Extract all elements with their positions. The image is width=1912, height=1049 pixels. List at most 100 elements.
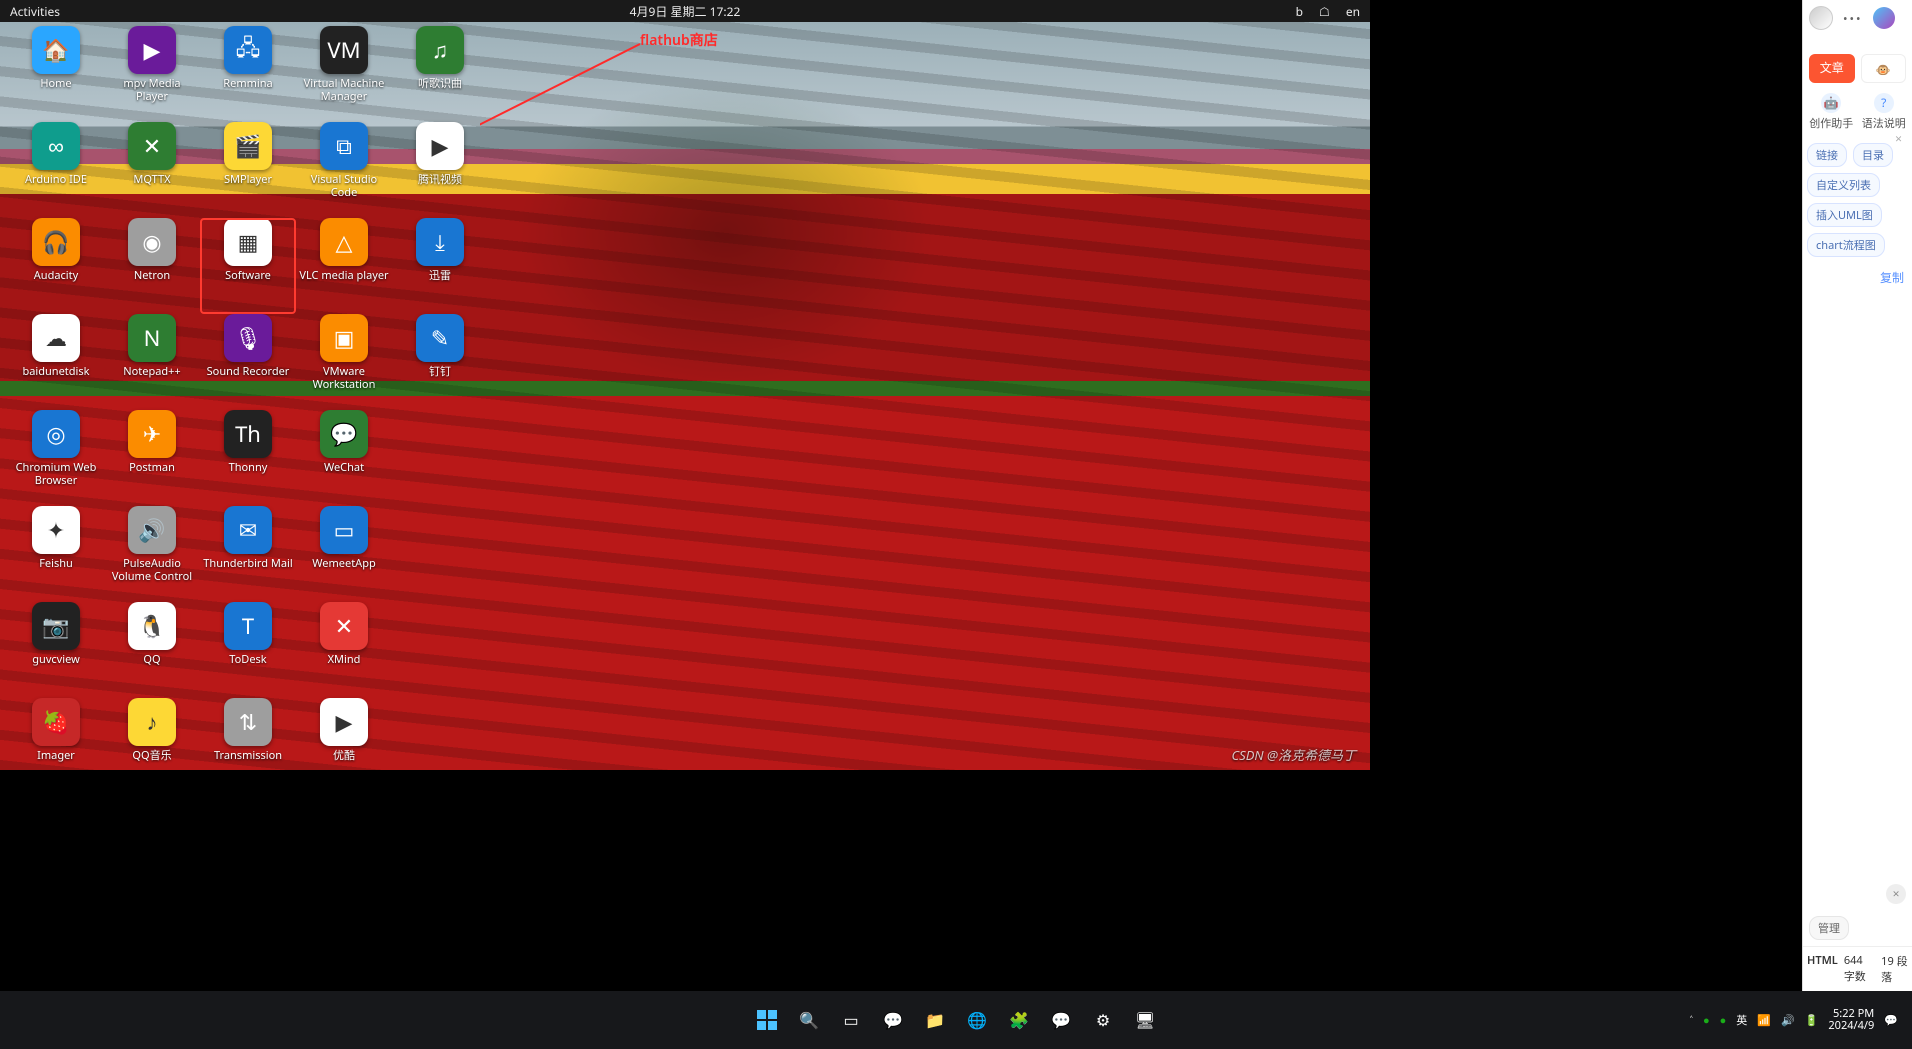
desktop-icon-mqttx[interactable]: ✕MQTTX [104, 122, 200, 218]
desktop-icon-sound-recorder[interactable]: 🎙Sound Recorder [200, 314, 296, 410]
desktop-icon-label: PulseAudio Volume Control [106, 558, 198, 583]
desktop-icon-vmware[interactable]: ▣VMware Workstation [296, 314, 392, 410]
search-icon[interactable]: 🔍 [795, 1006, 823, 1034]
desktop-icon-guvcview[interactable]: 📷guvcview [8, 602, 104, 698]
taskview-icon[interactable]: ▭ [837, 1006, 865, 1034]
desktop-icon-label: VMware Workstation [298, 366, 390, 391]
desktop-icon-chromium[interactable]: ◎Chromium Web Browser [8, 410, 104, 506]
desktop-icon-thunderbird[interactable]: ✉Thunderbird Mail [200, 506, 296, 602]
wechat-taskbar-icon[interactable]: 💬 [1047, 1006, 1075, 1034]
question-icon: ? [1874, 93, 1894, 113]
desktop-icon-label: QQ音乐 [132, 750, 171, 763]
desktop-icon-imager[interactable]: 🍓Imager [8, 698, 104, 794]
postman-icon: ✈ [128, 410, 176, 458]
tab-template[interactable]: 🐵 [1861, 54, 1907, 83]
desktop-icon-qq[interactable]: 🐧QQ [104, 602, 200, 698]
explorer-icon[interactable]: 📁 [921, 1006, 949, 1034]
insert-chip-4[interactable]: chart流程图 [1807, 233, 1885, 257]
tab-article[interactable]: 文章 [1809, 54, 1855, 83]
desktop-icon-audacity[interactable]: 🎧Audacity [8, 218, 104, 314]
desktop-icon-wemeet[interactable]: ▭WemeetApp [296, 506, 392, 602]
copy-button[interactable]: 复制 [1803, 265, 1912, 290]
smplayer-icon: 🎬 [224, 122, 272, 170]
chromium-icon: ◎ [32, 410, 80, 458]
desktop-icon-home[interactable]: 🏠Home [8, 26, 104, 122]
todesk-icon: T [224, 602, 272, 650]
desktop-icon-label: Imager [37, 750, 75, 763]
vscode-icon[interactable]: 🧩 [1005, 1006, 1033, 1034]
taskbar-clock[interactable]: 5:22 PM2024/4/9 [1828, 1008, 1874, 1032]
desktop-icon-todesk[interactable]: TToDesk [200, 602, 296, 698]
desktop-icon-youku[interactable]: ▶优酷 [296, 698, 392, 794]
desktop-icon-label: SMPlayer [224, 174, 272, 187]
insert-chip-0[interactable]: 链接 [1807, 143, 1847, 167]
gnome-lang-indicator[interactable]: en [1346, 3, 1360, 20]
desktop-icon-postman[interactable]: ✈Postman [104, 410, 200, 506]
tray-chevron-icon[interactable]: ˄ [1690, 1013, 1693, 1028]
desktop-icon-label: Remmina [223, 78, 272, 91]
desktop-icon-tencent-video[interactable]: ▶腾讯视频 [392, 122, 488, 218]
manage-chip-0[interactable]: 管理 [1809, 916, 1849, 940]
desktop-icon-vscode[interactable]: ⧉Visual Studio Code [296, 122, 392, 218]
desktop-icon-notepadpp[interactable]: NNotepad++ [104, 314, 200, 410]
wifi-icon[interactable]: 📶 [1757, 1013, 1771, 1028]
avatar[interactable] [1809, 6, 1833, 30]
listen-icon: ♫ [416, 26, 464, 74]
desktop-icon-qqmusic[interactable]: ♪QQ音乐 [104, 698, 200, 794]
desktop-icon-wechat[interactable]: 💬WeChat [296, 410, 392, 506]
gnome-clock[interactable]: 4月9日 星期二 17:22 [630, 3, 741, 20]
desktop-icon-label: mpv Media Player [106, 78, 198, 103]
desktop-icon-thonny[interactable]: ThThonny [200, 410, 296, 506]
desktop-icon-dingtalk[interactable]: ✎钉钉 [392, 314, 488, 410]
close-panel-icon[interactable]: × [1895, 130, 1902, 147]
desktop-icon-xmind[interactable]: ✕XMind [296, 602, 392, 698]
copilot-icon[interactable] [1873, 7, 1895, 29]
desktop-icon-label: Transmission [214, 750, 282, 763]
baidunetdisk-icon: ☁ [32, 314, 80, 362]
accessibility-icon[interactable]: ☖ [1319, 3, 1330, 20]
wechat-tray-icon-2[interactable]: ● [1720, 1013, 1727, 1028]
close-circle-icon[interactable]: × [1886, 884, 1906, 904]
chat-icon[interactable]: 💬 [879, 1006, 907, 1034]
word-count: 644 字数 [1844, 953, 1875, 985]
desktop-icon-listen[interactable]: ♫听歌识曲 [392, 26, 488, 122]
desktop-icon-feishu[interactable]: ✦Feishu [8, 506, 104, 602]
edge-icon[interactable]: 🌐 [963, 1006, 991, 1034]
gnome-activities[interactable]: Activities [10, 3, 60, 20]
ime-indicator[interactable]: 英 [1736, 1012, 1747, 1028]
wechat-tray-icon[interactable]: ● [1703, 1013, 1710, 1028]
insert-chip-1[interactable]: 目录 [1853, 143, 1893, 167]
desktop-icon-mpv[interactable]: ▶ mpv Media Player [104, 26, 200, 122]
settings-icon[interactable]: ⚙ [1089, 1006, 1117, 1034]
system-tray[interactable]: ˄ ● ● 英 📶 🔊 🔋 5:22 PM2024/4/9 💬 [1690, 1008, 1898, 1032]
syntax-help[interactable]: ?语法说明 [1862, 93, 1907, 131]
desktop-icon-label: 钉钉 [429, 366, 451, 379]
desktop-icon-smplayer[interactable]: 🎬 SMPlayer [200, 122, 296, 218]
creation-assistant[interactable]: 🤖创作助手 [1809, 93, 1854, 131]
home-icon: 🏠 [32, 26, 80, 74]
desktop-icon-transmission[interactable]: ⇅Transmission [200, 698, 296, 794]
desktop-icon-baidunetdisk[interactable]: ☁baidunetdisk [8, 314, 104, 410]
desktop-icon-software[interactable]: ▦Software [200, 218, 296, 314]
netron-icon: ◉ [128, 218, 176, 266]
desktop-icon-arduino[interactable]: ∞Arduino IDE [8, 122, 104, 218]
windows-taskbar[interactable]: 🔍 ▭ 💬 📁 🌐 🧩 💬 ⚙ 🖥 ˄ ● ● 英 📶 🔊 🔋 5:22 PM2… [0, 991, 1912, 1049]
bing-icon[interactable]: b [1296, 3, 1303, 20]
xmind-icon: ✕ [320, 602, 368, 650]
menu-dots-icon[interactable]: ••• [1843, 10, 1863, 27]
app-icon[interactable]: 🖥 [1131, 1006, 1159, 1034]
battery-icon[interactable]: 🔋 [1805, 1013, 1819, 1028]
desktop-icon-remmina[interactable]: 🖧Remmina [200, 26, 296, 122]
desktop-icon-virt-manager[interactable]: VMVirtual Machine Manager [296, 26, 392, 122]
gnome-top-bar[interactable]: Activities 4月9日 星期二 17:22 b ☖ en [0, 0, 1370, 22]
notifications-icon[interactable]: 💬 [1884, 1013, 1898, 1028]
desktop-icon-pulseaudio[interactable]: 🔊PulseAudio Volume Control [104, 506, 200, 602]
insert-chip-2[interactable]: 自定义列表 [1807, 173, 1880, 197]
start-icon[interactable] [753, 1006, 781, 1034]
mpv-icon: ▶ [128, 26, 176, 74]
desktop-icon-vlc[interactable]: △VLC media player [296, 218, 392, 314]
insert-chip-3[interactable]: 插入UML图 [1807, 203, 1882, 227]
desktop-icon-xunlei[interactable]: ⤓迅雷 [392, 218, 488, 314]
volume-icon[interactable]: 🔊 [1781, 1013, 1795, 1028]
desktop-icon-netron[interactable]: ◉Netron [104, 218, 200, 314]
